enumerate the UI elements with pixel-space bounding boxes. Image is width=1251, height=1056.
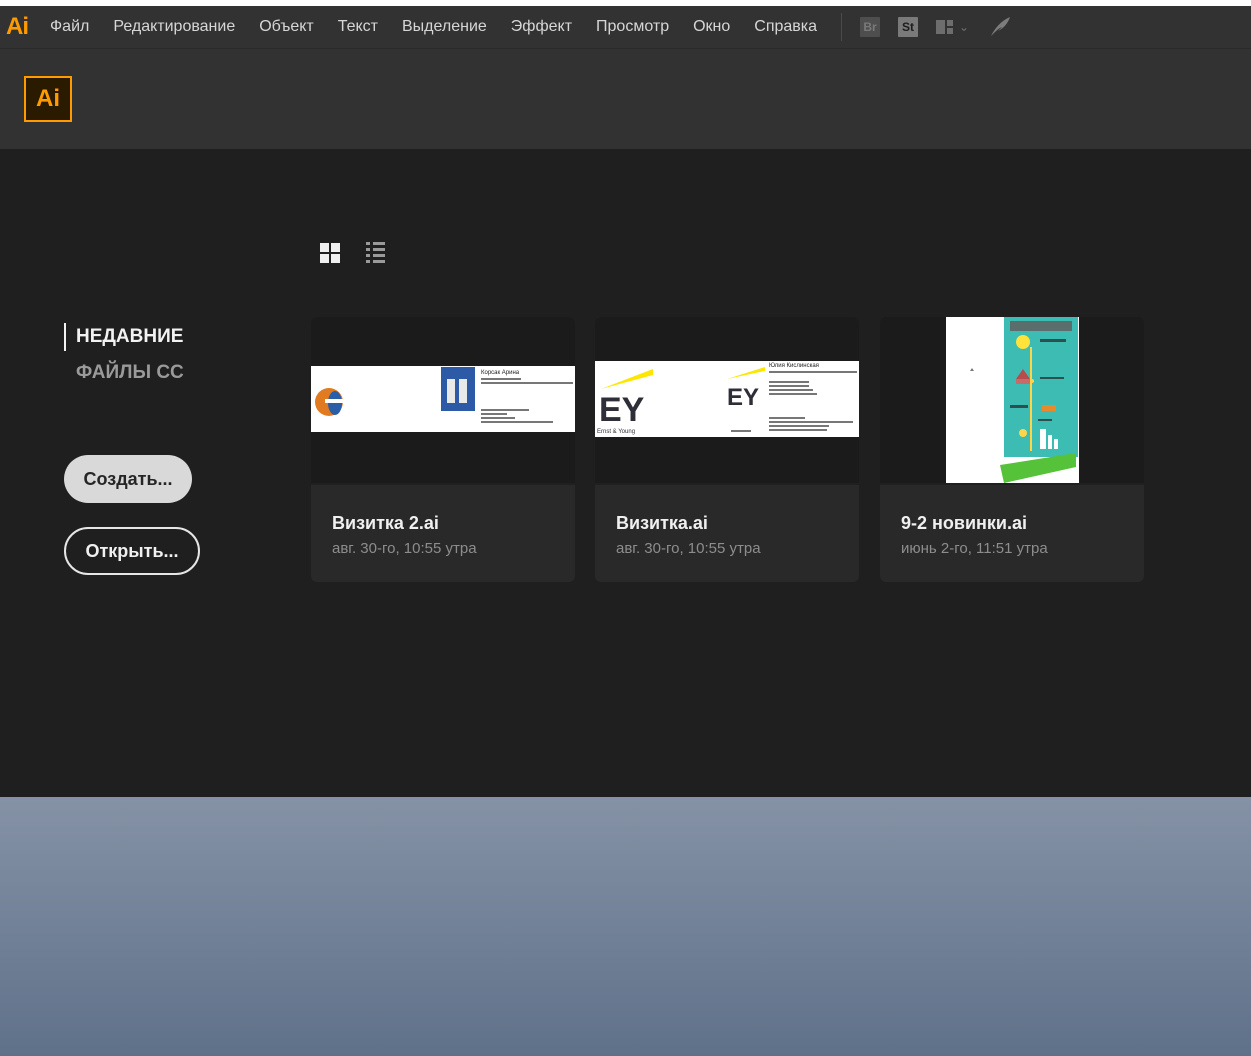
menu-type[interactable]: Текст xyxy=(338,18,378,36)
stock-button[interactable]: St xyxy=(898,17,919,37)
menu-file[interactable]: Файл xyxy=(50,18,89,36)
ey-logo-text: EY xyxy=(599,391,645,429)
home-screen: НЕДАВНИЕ ФАЙЛЫ CC Создать... Открыть... … xyxy=(0,149,1251,797)
menu-select[interactable]: Выделение xyxy=(402,18,487,36)
menu-help[interactable]: Справка xyxy=(754,18,817,36)
create-button[interactable]: Создать... xyxy=(64,455,192,503)
bridge-button[interactable]: Br xyxy=(860,17,881,37)
view-toggles xyxy=(320,242,385,263)
menu-edit[interactable]: Редактирование xyxy=(113,18,235,36)
menu-effect[interactable]: Эффект xyxy=(511,18,572,36)
menu-window[interactable]: Окно xyxy=(693,18,730,36)
nav-cc-files[interactable]: ФАЙЛЫ CC xyxy=(64,362,184,384)
file-thumbnail: Корсак Арина xyxy=(311,317,575,483)
ey-tagline-text: Ernst & Young xyxy=(597,429,635,435)
ey-logo-text: EY xyxy=(727,384,759,411)
recent-file-card[interactable]: Корсак Арина Визитка 2.ai авг. 30-го, 10… xyxy=(311,317,575,582)
file-date: авг. 30-го, 10:55 утра xyxy=(332,540,477,557)
card-divider xyxy=(880,483,1144,485)
open-button[interactable]: Открыть... xyxy=(64,527,200,575)
menu-separator xyxy=(841,13,843,41)
file-thumbnail: EY Ernst & Young EY Юлия Кислинская xyxy=(595,317,859,483)
menu-bar: Ai Файл Редактирование Объект Текст Выде… xyxy=(0,6,1251,49)
file-name: 9-2 новинки.ai xyxy=(901,513,1027,533)
recent-file-card[interactable]: EY Ernst & Young EY Юлия Кислинская Визи… xyxy=(595,317,859,582)
grid-view-icon[interactable] xyxy=(320,242,340,263)
home-nav: НЕДАВНИЕ ФАЙЛЫ CC xyxy=(64,323,184,384)
card-divider xyxy=(311,483,575,485)
file-thumbnail xyxy=(880,317,1144,483)
file-name: Визитка 2.ai xyxy=(332,513,439,533)
desktop-background xyxy=(0,797,1251,1056)
thumb-name-text: Юлия Кислинская xyxy=(769,363,819,369)
menu-view[interactable]: Просмотр xyxy=(596,18,669,36)
recent-file-card[interactable]: 9-2 новинки.ai июнь 2-го, 11:51 утра xyxy=(880,317,1144,582)
thumb-name-text: Корсак Арина xyxy=(481,370,520,376)
nav-recent[interactable]: НЕДАВНИЕ xyxy=(64,323,184,351)
home-header: Ai xyxy=(0,49,1251,149)
list-view-icon[interactable] xyxy=(366,242,385,263)
app-logo: Ai xyxy=(6,13,29,40)
card-divider xyxy=(595,483,859,485)
workspace-layout-icon xyxy=(936,20,954,34)
file-date: авг. 30-го, 10:55 утра xyxy=(616,540,761,557)
illustrator-logo: Ai xyxy=(24,76,72,122)
file-name: Визитка.ai xyxy=(616,513,708,533)
file-date: июнь 2-го, 11:51 утра xyxy=(901,540,1048,557)
feather-icon[interactable] xyxy=(987,14,1013,40)
chevron-down-icon: ⌄ xyxy=(959,20,970,34)
menu-object[interactable]: Объект xyxy=(259,18,313,36)
workspace-switcher[interactable]: ⌄ xyxy=(936,20,969,34)
